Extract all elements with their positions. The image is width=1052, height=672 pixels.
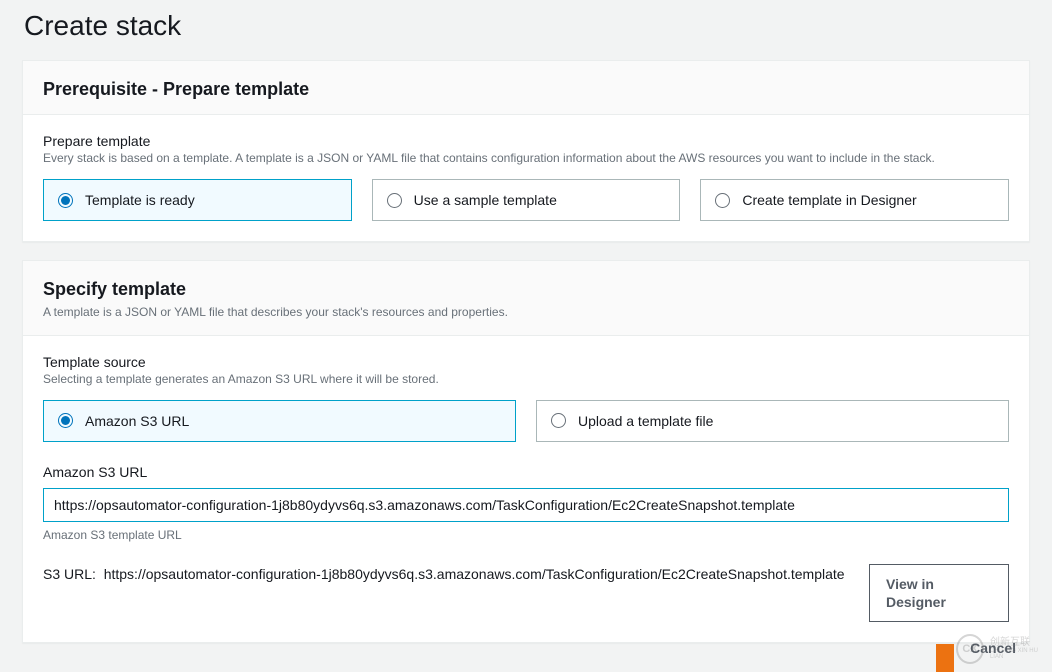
template-source-sub: Selecting a template generates an Amazon… (43, 372, 1009, 386)
template-source-label: Template source (43, 354, 1009, 370)
s3-url-prefix: S3 URL: (43, 566, 96, 582)
watermark-logo-icon: CX (956, 634, 984, 664)
template-source-options: Amazon S3 URL Upload a template file (43, 400, 1009, 442)
radio-icon (387, 193, 402, 208)
radio-icon (58, 193, 73, 208)
s3-url-input[interactable] (43, 488, 1009, 522)
radio-label: Amazon S3 URL (85, 413, 189, 429)
radio-icon (58, 413, 73, 428)
s3-url-hint: Amazon S3 template URL (43, 528, 1009, 542)
prepare-template-options: Template is ready Use a sample template … (43, 179, 1009, 221)
s3-url-value: https://opsautomator-configuration-1j8b8… (104, 566, 845, 582)
s3-url-label: Amazon S3 URL (43, 464, 1009, 480)
radio-amazon-s3-url[interactable]: Amazon S3 URL (43, 400, 516, 442)
watermark-text-1: 创新互联 (990, 638, 1048, 648)
radio-icon (715, 193, 730, 208)
radio-create-in-designer[interactable]: Create template in Designer (700, 179, 1009, 221)
watermark-text-2: CHUANG XIN HU LIAN (990, 648, 1048, 660)
prepare-template-label: Prepare template (43, 133, 1009, 149)
radio-icon (551, 413, 566, 428)
specify-template-sub: A template is a JSON or YAML file that d… (43, 304, 1009, 321)
specify-template-header: Specify template A template is a JSON or… (23, 261, 1029, 336)
prepare-template-sub: Every stack is based on a template. A te… (43, 151, 1009, 165)
s3-url-display: S3 URL: https://opsautomator-configurati… (43, 564, 853, 585)
footer-actions: Cancel (0, 618, 1052, 672)
specify-template-panel: Specify template A template is a JSON or… (22, 260, 1030, 643)
radio-template-ready[interactable]: Template is ready (43, 179, 352, 221)
prerequisite-panel: Prerequisite - Prepare template Prepare … (22, 60, 1030, 242)
page-title: Create stack (0, 0, 1052, 60)
next-button-slice[interactable] (936, 644, 954, 672)
specify-template-heading: Specify template (43, 279, 1009, 300)
radio-upload-template[interactable]: Upload a template file (536, 400, 1009, 442)
watermark: CX 创新互联 CHUANG XIN HU LIAN (956, 630, 1048, 668)
prerequisite-heading: Prerequisite - Prepare template (43, 79, 1009, 100)
radio-label: Create template in Designer (742, 192, 916, 208)
prerequisite-header: Prerequisite - Prepare template (23, 61, 1029, 115)
radio-label: Upload a template file (578, 413, 713, 429)
radio-label: Use a sample template (414, 192, 557, 208)
radio-label: Template is ready (85, 192, 195, 208)
view-in-designer-button[interactable]: View in Designer (869, 564, 1009, 622)
radio-use-sample[interactable]: Use a sample template (372, 179, 681, 221)
